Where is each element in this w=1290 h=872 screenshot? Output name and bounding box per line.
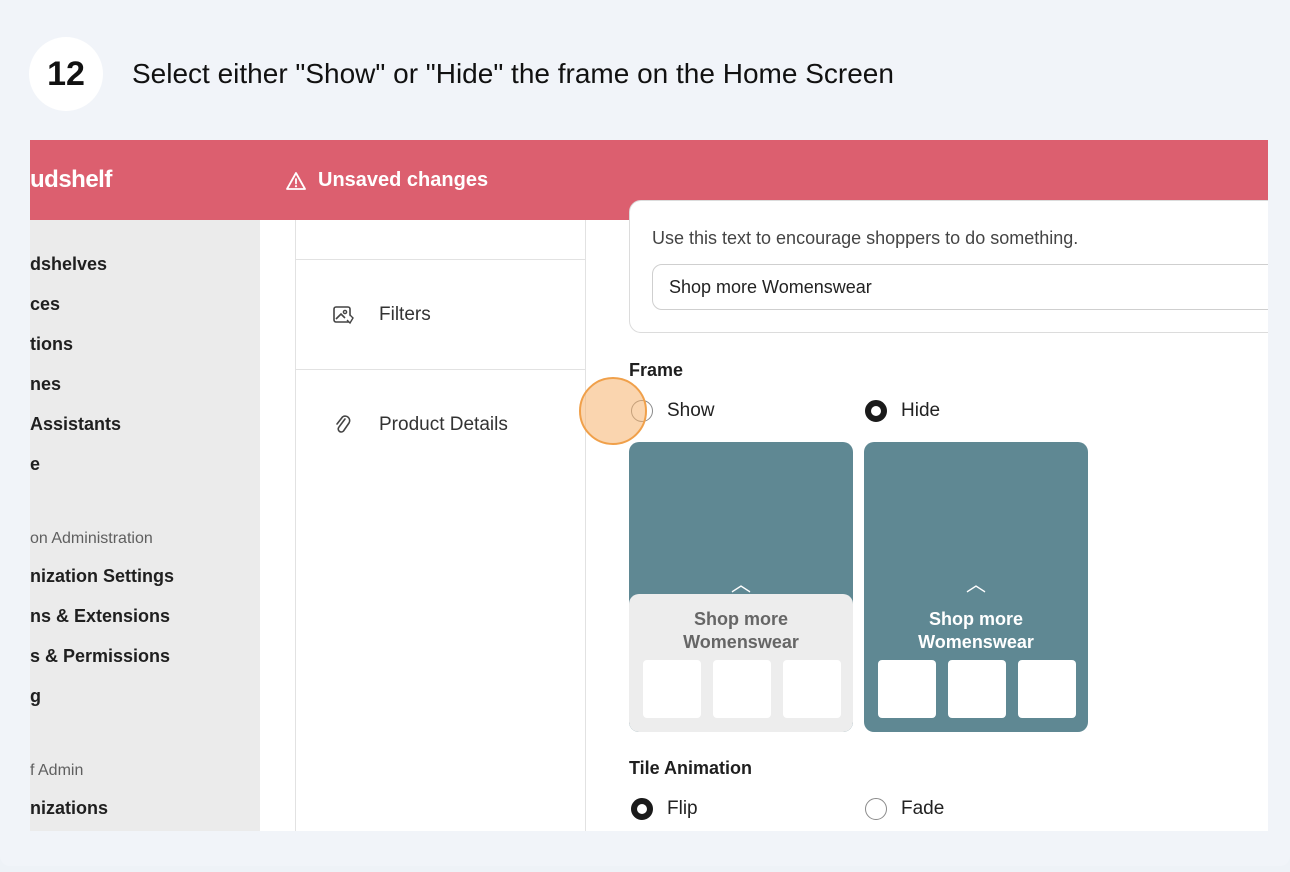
radio-checked-icon — [865, 400, 887, 422]
preview-title-line: Shop more — [693, 609, 788, 629]
frame-show-label: Show — [667, 400, 715, 421]
sidebar-item-devices[interactable]: ces — [30, 294, 60, 315]
tile-animation-label: Tile Animation — [629, 758, 753, 778]
radio-unchecked-icon — [865, 798, 887, 820]
main-content: Use this text to encourage shoppers to d… — [586, 200, 1268, 831]
sidebar-item-plugins-extensions[interactable]: ns & Extensions — [30, 606, 170, 627]
settings-nav-label: Product Details — [379, 414, 508, 435]
settings-nav-previous-item — [295, 220, 586, 260]
preview-title-line: Shop more — [928, 609, 1023, 629]
chevron-up-icon: ︿ — [966, 574, 986, 596]
call-to-action-input[interactable]: Shop more Womenswear — [652, 264, 1268, 310]
preview-thumbnail — [878, 660, 936, 718]
sidebar-item-locations[interactable]: tions — [30, 334, 73, 355]
step-number-badge: 12 — [29, 37, 103, 111]
sidebar-section-super-admin: f Admin — [30, 762, 84, 779]
settings-nav: Filters Product Details — [260, 220, 586, 831]
tutorial-card: 12 Select either "Show" or "Hide" the fr… — [0, 0, 1290, 866]
sidebar: dshelves ces tions nes Assistants e on A… — [30, 220, 260, 831]
sidebar-item-e[interactable]: e — [30, 454, 40, 475]
link-icon — [336, 415, 351, 433]
sidebar-item-billing[interactable]: g — [30, 686, 41, 707]
sidebar-item-organization-settings[interactable]: nization Settings — [30, 566, 174, 587]
sidebar-item-organizations[interactable]: nizations — [30, 798, 108, 819]
preview-thumbnails — [878, 660, 1076, 718]
preview-thumbnail — [1018, 660, 1076, 718]
image-icon — [333, 305, 354, 324]
preview-thumbnail — [643, 660, 701, 718]
unsaved-changes-label: Unsaved changes — [318, 169, 489, 191]
frame-hide-label: Hide — [901, 400, 941, 421]
sidebar-item-cloudshelves[interactable]: dshelves — [30, 254, 107, 275]
tile-animation-flip-label: Flip — [667, 798, 698, 819]
sidebar-section-administration: on Administration — [30, 530, 153, 547]
preview-title: Shop more Womenswear — [629, 608, 853, 654]
preview-title: Shop more Womenswear — [864, 608, 1088, 654]
frame-hide-radio[interactable]: Hide — [865, 400, 940, 422]
frame-show-preview[interactable]: ︿ Shop more Womenswear — [629, 442, 853, 732]
sidebar-item-users-permissions[interactable]: s & Permissions — [30, 646, 170, 667]
settings-nav-item-filters[interactable]: Filters — [295, 260, 586, 370]
tile-animation-flip-radio[interactable]: Flip — [631, 798, 698, 820]
chevron-up-icon: ︿ — [731, 574, 751, 596]
brand-logo[interactable]: udshelf — [30, 166, 112, 194]
preview-thumbnail — [713, 660, 771, 718]
preview-thumbnails — [643, 660, 841, 718]
unsaved-changes-indicator: Unsaved changes — [286, 169, 488, 192]
tile-animation-fade-radio[interactable]: Fade — [865, 798, 944, 820]
warning-icon — [286, 171, 306, 190]
call-to-action-helper-text: Use this text to encourage shoppers to d… — [652, 228, 1079, 248]
frame-label: Frame — [629, 360, 684, 380]
preview-thumbnail — [783, 660, 841, 718]
settings-nav-item-product-details[interactable]: Product Details — [295, 370, 586, 480]
click-highlight — [579, 377, 647, 445]
sidebar-item-assistants[interactable]: Assistants — [30, 414, 121, 435]
settings-nav-label: Filters — [379, 303, 431, 325]
frame-hide-preview[interactable]: ︿ Shop more Womenswear — [864, 442, 1088, 732]
sidebar-item-themes[interactable]: nes — [30, 374, 61, 395]
preview-thumbnail — [948, 660, 1006, 718]
radio-checked-icon — [631, 798, 653, 820]
step-instruction: Select either "Show" or "Hide" the frame… — [132, 58, 894, 89]
app-screenshot: udshelf Unsaved changes dshelves ces tio… — [30, 140, 1268, 831]
preview-title-line: Womenswear — [918, 632, 1034, 652]
preview-title-line: Womenswear — [683, 632, 799, 652]
tile-animation-fade-label: Fade — [901, 798, 945, 819]
